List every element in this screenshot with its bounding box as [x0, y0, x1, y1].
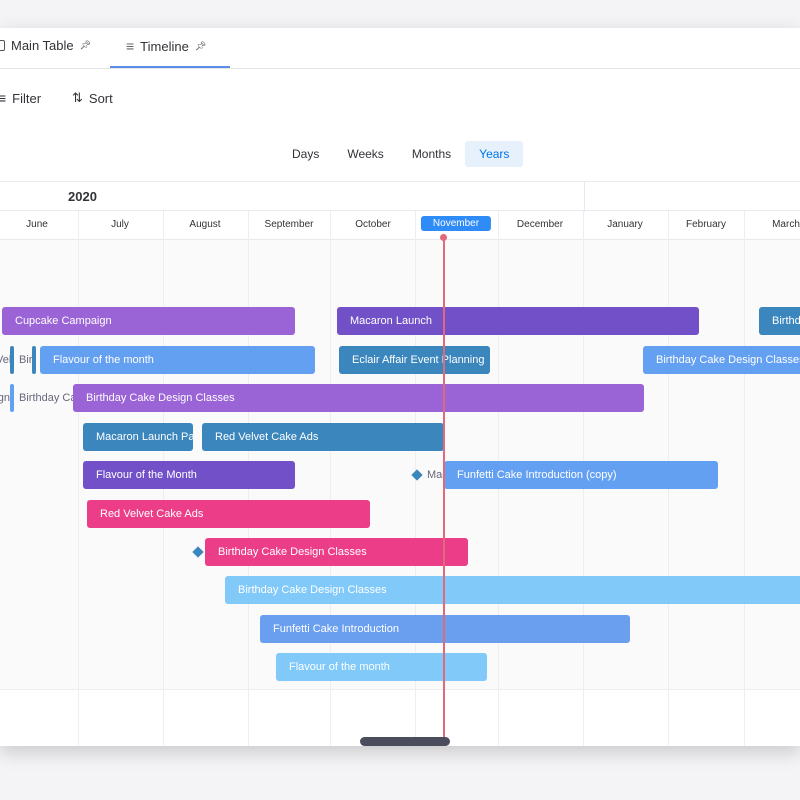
grid-line	[78, 211, 79, 746]
tab-timeline[interactable]: ≡ Timeline 📌︎	[126, 38, 206, 54]
timeline-bar[interactable]: Funfetti Cake Introduction	[260, 615, 630, 643]
month-label: January	[607, 219, 643, 230]
timeline-bar[interactable]: Funfetti Cake Introduction (copy)	[444, 461, 718, 489]
current-month-badge: November	[420, 216, 492, 231]
bar-label-outside: Macaron	[427, 469, 444, 481]
filter-button[interactable]: ≡ Filter	[0, 90, 41, 106]
timeline-bar[interactable]: Macaron Launch	[337, 307, 699, 335]
tab-label: Timeline	[140, 38, 189, 54]
month-label: June	[26, 219, 48, 230]
active-tab-indicator	[110, 66, 230, 68]
month-label: October	[355, 219, 391, 230]
pin-icon[interactable]: 📌︎	[80, 40, 91, 51]
bar-label-outside: Birthday	[19, 354, 32, 366]
timeline-bar[interactable]	[10, 346, 14, 374]
bar-label-outside: Velvet	[0, 354, 10, 366]
year-label: 2020	[68, 189, 97, 204]
month-label: July	[111, 219, 129, 230]
timeline-icon: ≡	[126, 38, 135, 54]
timeline-bar[interactable]	[10, 384, 14, 412]
month-header: June July August September October Novem…	[0, 211, 800, 240]
timeline-bar[interactable]	[32, 346, 36, 374]
today-line	[443, 238, 445, 746]
timeline-bar[interactable]: Eclair Affair Event Planning	[339, 346, 490, 374]
pin-icon[interactable]: 📌︎	[195, 41, 206, 52]
year-divider	[584, 182, 585, 212]
view-tabs: Main Table 📌︎ ≡ Timeline 📌︎	[0, 28, 800, 69]
timeline-bar[interactable]: Birthday Cake Design Classes	[73, 384, 644, 412]
timeline-bar[interactable]: Red Velvet Cake Ads	[202, 423, 444, 451]
sort-label: Sort	[88, 90, 113, 106]
month-label: September	[264, 219, 314, 230]
timeline-bar[interactable]: Red Velvet Cake Ads	[87, 500, 370, 528]
filter-icon: ≡	[0, 90, 7, 106]
timeline-bar[interactable]: Macaron Launch Party	[83, 423, 193, 451]
view-months[interactable]: Months	[398, 141, 465, 167]
tab-label: Main Table	[11, 38, 74, 53]
horizontal-scrollbar[interactable]	[360, 737, 450, 746]
month-label: December	[516, 219, 564, 230]
month-label: March	[772, 219, 800, 230]
grid-line	[744, 211, 745, 746]
sort-icon: ⇅	[72, 90, 83, 105]
timeline-bar[interactable]: Birthday Cake Design Classes	[205, 538, 468, 566]
view-years[interactable]: Years	[465, 141, 524, 167]
timeline-bar[interactable]: Birthday Cake Design Classes	[643, 346, 800, 374]
time-scale-toggle: Days Weeks Months Years	[278, 141, 524, 167]
timeline-bar[interactable]: Birthday Cake Design Classes	[759, 307, 800, 335]
timeline-bar[interactable]: Flavour of the month	[276, 653, 487, 681]
sort-button[interactable]: ⇅ Sort	[72, 90, 113, 106]
month-label: February	[685, 219, 727, 230]
year-header: 2020	[0, 181, 800, 212]
filter-label: Filter	[12, 90, 42, 106]
timeline-bar[interactable]: Flavour of the month	[40, 346, 315, 374]
bar-label-outside: Design	[0, 392, 10, 404]
timeline-window: Main Table 📌︎ ≡ Timeline 📌︎ ≡ Filter ⇅ S…	[0, 28, 800, 746]
timeline-bar[interactable]: Birthday Cake Design Classes	[225, 576, 800, 604]
tab-main-table[interactable]: Main Table 📌︎	[0, 38, 91, 53]
timeline-bar[interactable]: Cupcake Campaign	[2, 307, 295, 335]
bar-label-outside: Birthday Cake	[19, 392, 73, 404]
timeline-bar[interactable]: Flavour of the Month	[83, 461, 295, 489]
today-marker	[440, 234, 447, 241]
month-label: August	[189, 219, 221, 230]
view-days[interactable]: Days	[278, 141, 333, 167]
view-weeks[interactable]: Weeks	[333, 141, 397, 167]
table-icon	[0, 40, 5, 51]
